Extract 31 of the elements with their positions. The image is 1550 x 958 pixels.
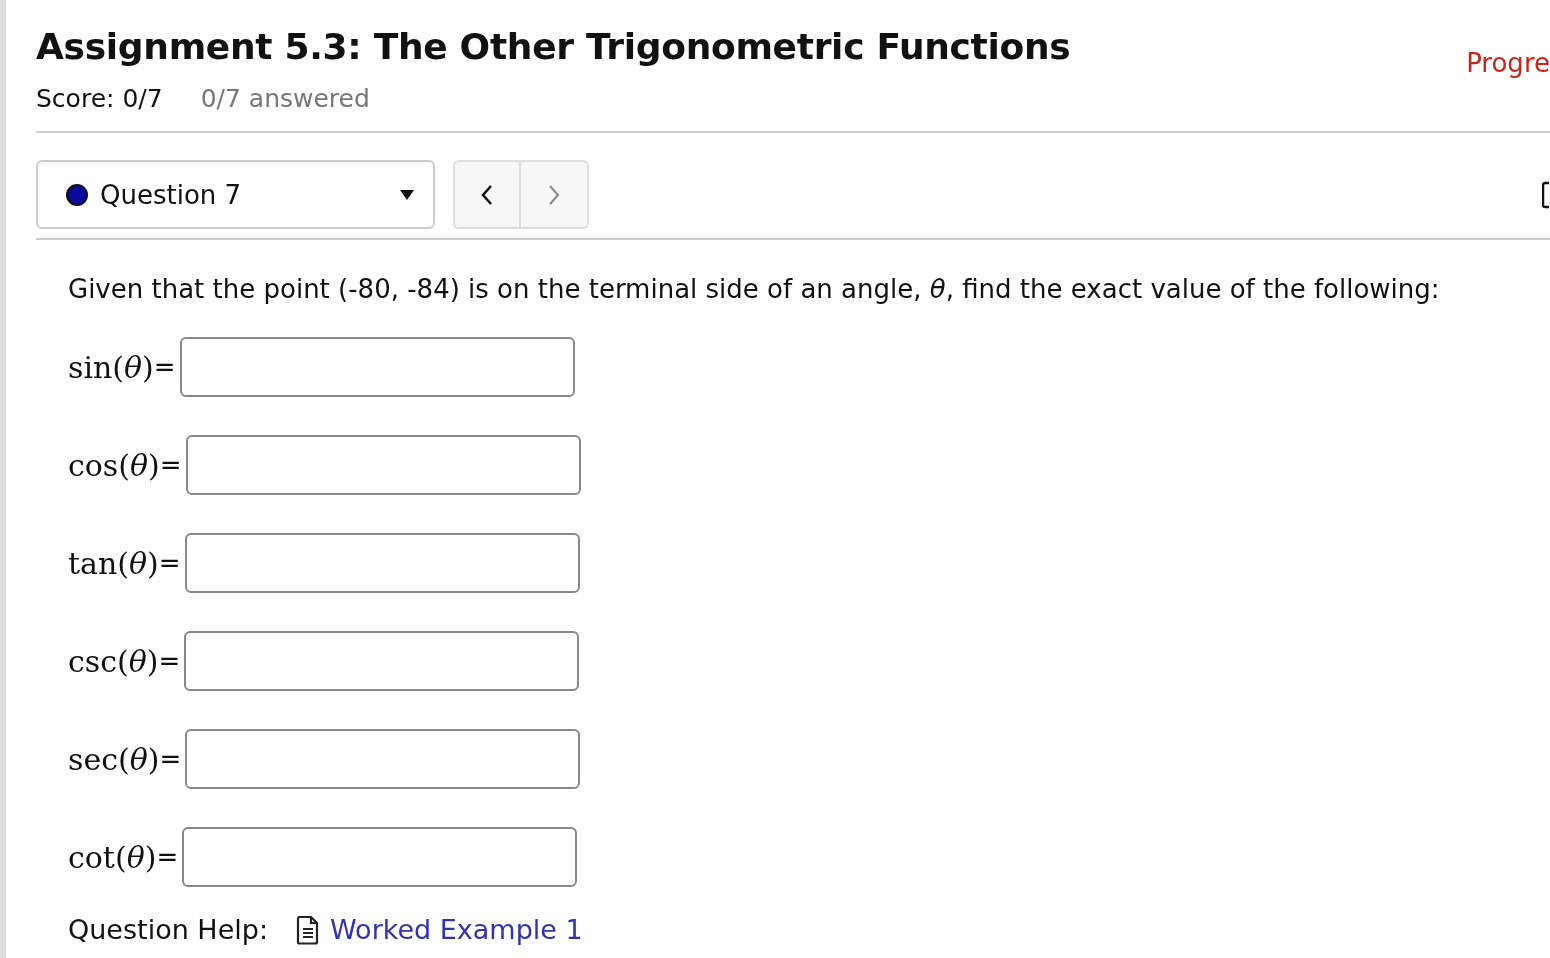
- equals-sign: =: [159, 744, 182, 774]
- equals-sign: =: [158, 548, 181, 578]
- caret-icon: [399, 188, 415, 201]
- progress-link[interactable]: Progre: [1466, 48, 1550, 78]
- answer-field[interactable]: [185, 729, 581, 789]
- bracket-icon: [1542, 180, 1550, 209]
- answer-field[interactable]: [184, 533, 580, 593]
- answer-field[interactable]: [179, 337, 575, 397]
- answered-count: 0/7 answered: [200, 84, 370, 113]
- worked-example-link[interactable]: Worked Example 1: [330, 914, 583, 945]
- function-label: sec(θ): [68, 741, 160, 777]
- function-label: cos(θ): [68, 447, 160, 483]
- equals-sign: =: [153, 352, 176, 382]
- equals-sign: =: [156, 842, 179, 872]
- answer-field[interactable]: [185, 435, 581, 495]
- answer-field[interactable]: [184, 631, 580, 691]
- document-icon: [296, 914, 320, 945]
- score-text: Score: 0/7: [36, 84, 163, 113]
- function-label: tan(θ): [68, 545, 159, 581]
- chevron-left-icon: [480, 183, 494, 206]
- equals-sign: =: [158, 646, 181, 676]
- help-label: Question Help:: [68, 914, 268, 945]
- answer-field[interactable]: [182, 827, 578, 887]
- function-label: cot(θ): [68, 839, 157, 875]
- function-label: csc(θ): [68, 643, 159, 679]
- chevron-right-icon: [547, 183, 561, 206]
- question-select[interactable]: Question 7: [36, 160, 435, 229]
- function-label: sin(θ): [68, 349, 154, 385]
- equals-sign: =: [159, 450, 182, 480]
- assignment-title: Assignment 5.3: The Other Trigonometric Functions: [36, 26, 1071, 67]
- question-prompt: Given that the point (-80, -84) is on the terminal side of an angle, θ, find the exact value of the following:: [68, 274, 1441, 304]
